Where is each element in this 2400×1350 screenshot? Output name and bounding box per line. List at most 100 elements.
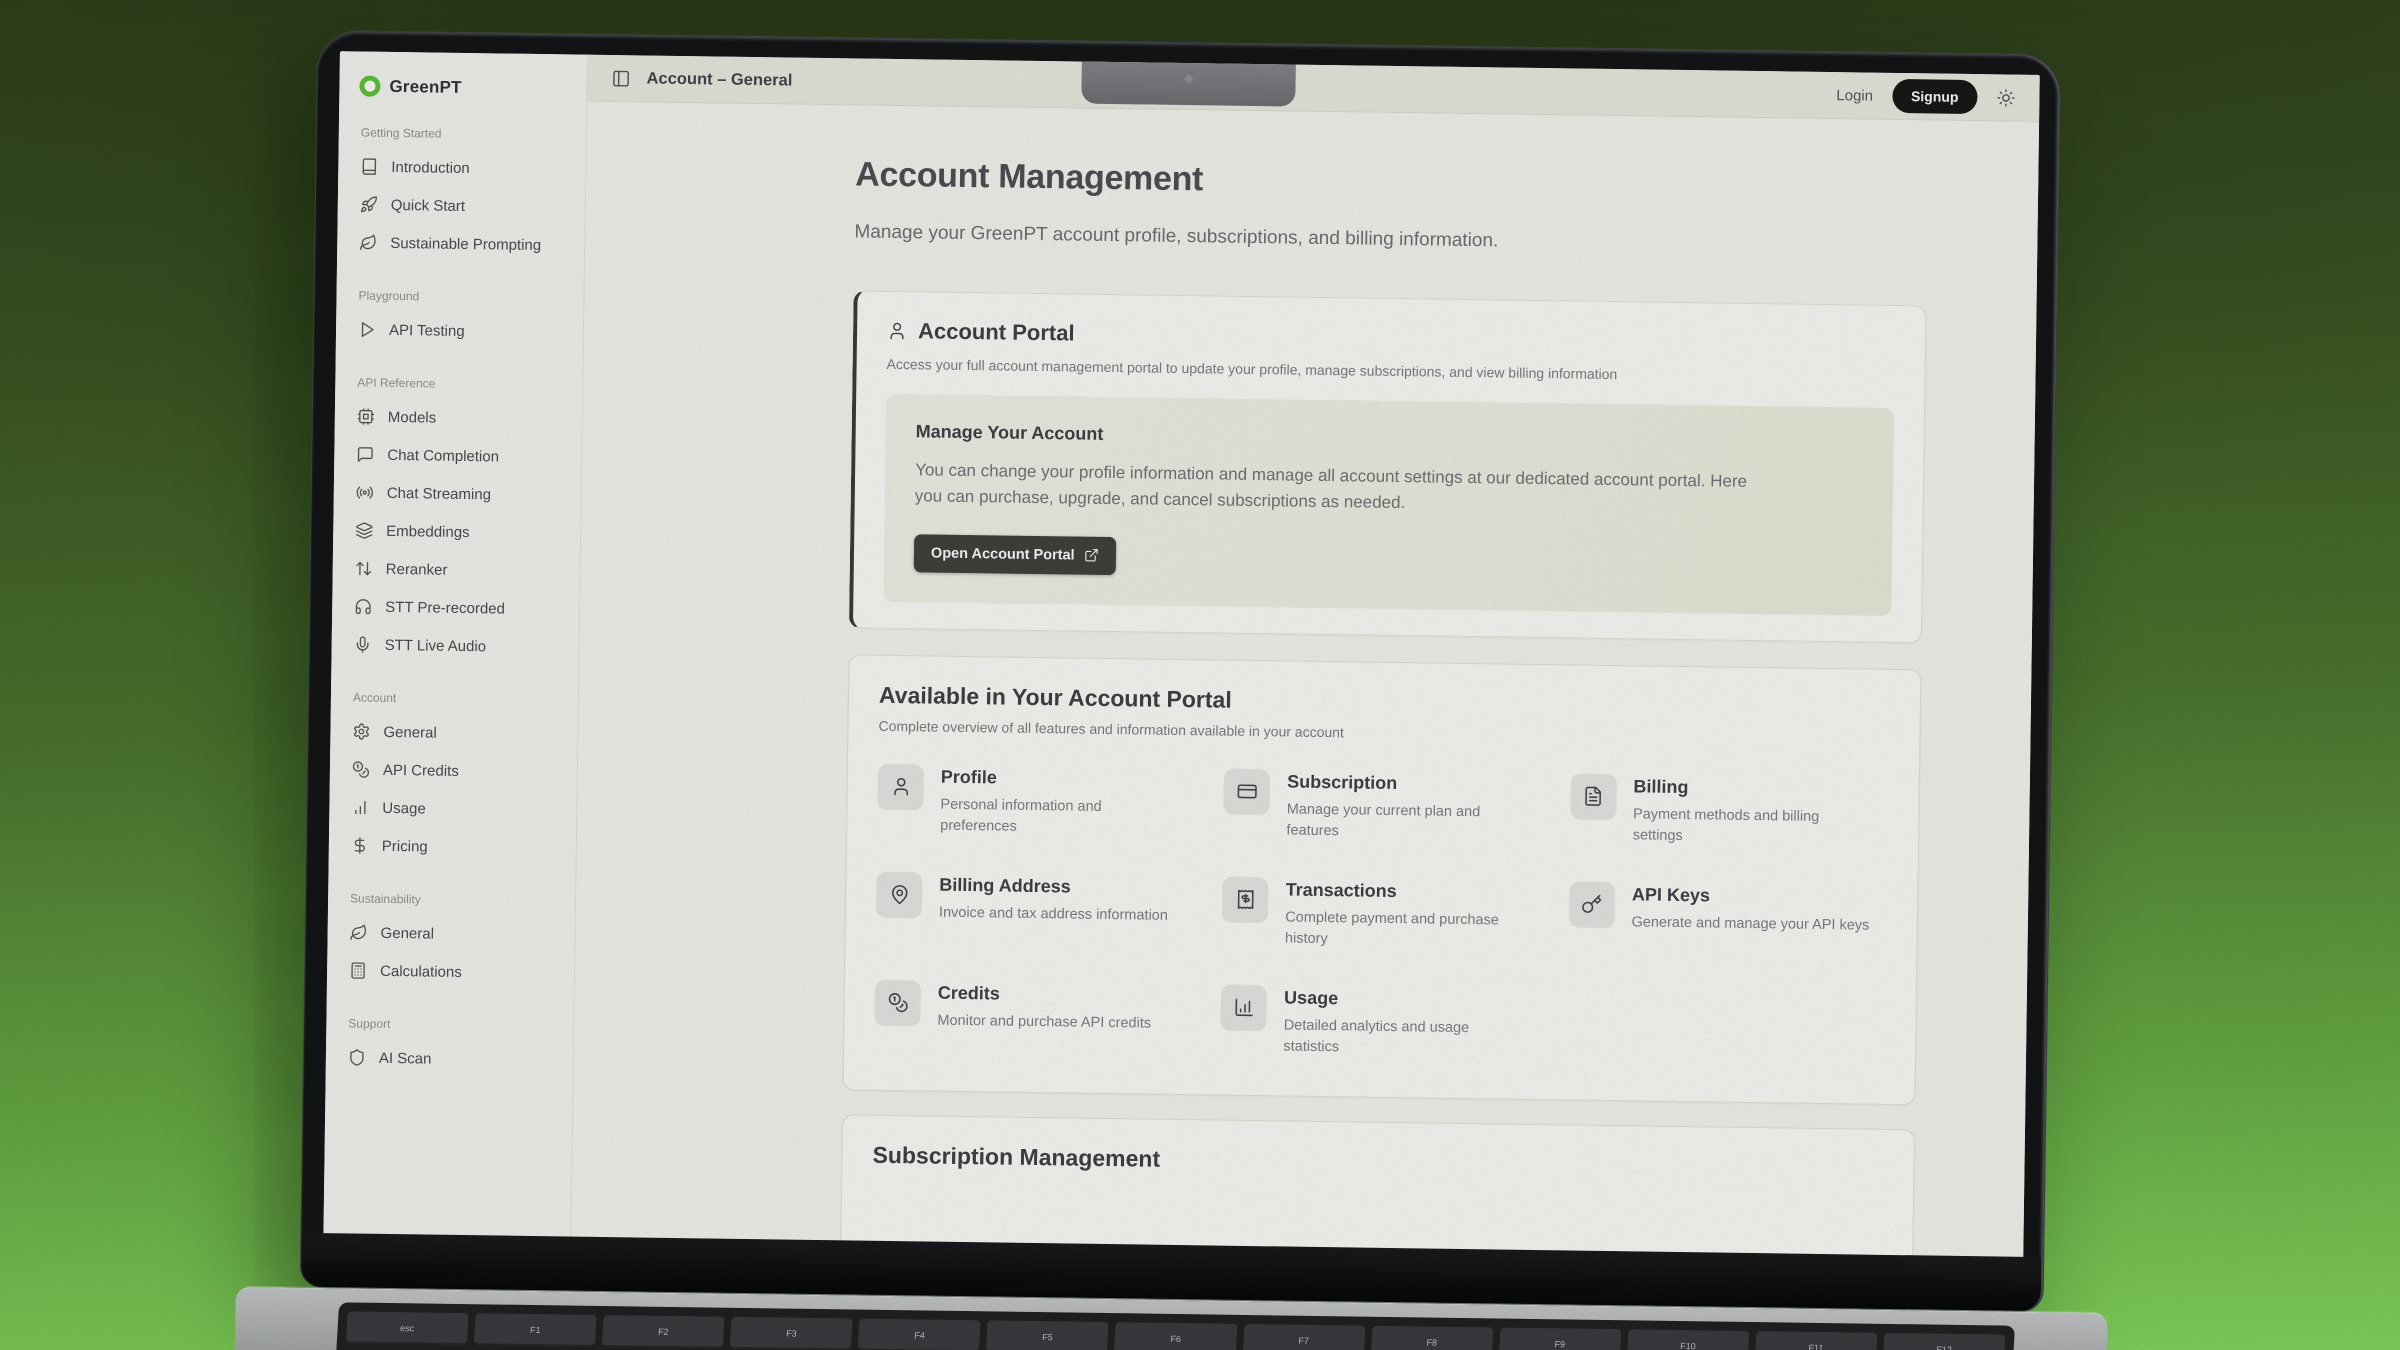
logo[interactable]: GreenPT (353, 71, 572, 101)
camera-notch (1081, 62, 1296, 107)
sidebar-item-label: Quick Start (391, 196, 465, 214)
credit-card-icon (1224, 768, 1271, 815)
manage-account-panel: Manage Your Account You can change your … (883, 394, 1894, 616)
sidebar-item-api-reference-models[interactable]: Models (349, 397, 569, 438)
sidebar-item-api-reference-reranker[interactable]: Reranker (346, 549, 566, 590)
portal-card-title: Account Portal (918, 318, 1075, 346)
sidebar-section-label: Support (340, 1016, 559, 1033)
sidebar-item-sustainability-calculations[interactable]: Calculations (341, 951, 561, 992)
sidebar-item-getting-started-sustainable-prompting[interactable]: Sustainable Prompting (351, 223, 571, 264)
browser-viewport: GreenPT Getting Started Introduction Quick… (323, 51, 2039, 1260)
feature-body: BillingPayment methods and billing setti… (1633, 774, 1874, 849)
sidebar-section-label: Playground (350, 288, 569, 305)
feature-description: Personal information and preferences (940, 794, 1181, 839)
signup-button[interactable]: Signup (1892, 79, 1978, 114)
sun-icon[interactable] (1996, 88, 2015, 107)
feature-credits[interactable]: CreditsMonitor and purchase API credits (874, 980, 1193, 1056)
features-card: Available in Your Account Portal Complet… (842, 654, 1921, 1105)
feature-title: Billing (1633, 776, 1873, 800)
feature-title: Subscription (1287, 771, 1527, 795)
features-grid: ProfilePersonal information and preferen… (874, 763, 1889, 1065)
bar-chart-icon (351, 798, 369, 816)
sidebar-item-api-reference-stt-pre-recorded[interactable]: STT Pre-recorded (346, 587, 566, 628)
sidebar-item-getting-started-quick-start[interactable]: Quick Start (352, 185, 572, 226)
sidebar-item-label: Chat Completion (387, 446, 499, 465)
features-card-title: Available in Your Account Portal (879, 681, 1890, 722)
manage-account-title: Manage Your Account (916, 421, 1864, 455)
sidebar-item-playground-api-testing[interactable]: API Testing (350, 310, 570, 351)
key-f12: F12 (1883, 1333, 2006, 1350)
portal-card-header: Account Portal (887, 318, 1895, 358)
external-link-icon (1084, 548, 1099, 563)
feature-title: API Keys (1632, 884, 1870, 908)
sidebar-item-label: STT Live Audio (385, 636, 487, 654)
camera-dot (1183, 73, 1194, 84)
sidebar-item-label: Calculations (380, 962, 462, 980)
key-f2: F2 (602, 1315, 725, 1349)
sidebar-item-support-ai-scan[interactable]: AI Scan (340, 1038, 560, 1079)
key-f3: F3 (730, 1317, 853, 1350)
laptop-mockup: GreenPT Getting Started Introduction Quick… (295, 30, 2061, 1350)
user-icon (877, 763, 924, 810)
play-icon (358, 320, 376, 338)
sidebar-item-label: Sustainable Prompting (390, 234, 541, 253)
sidebar-item-label: STT Pre-recorded (385, 598, 505, 617)
feature-profile[interactable]: ProfilePersonal information and preferen… (877, 763, 1196, 839)
sidebar-item-api-reference-stt-live-audio[interactable]: STT Live Audio (345, 625, 565, 666)
sidebar-nav: Getting Started Introduction Quick Start Su… (340, 125, 572, 1079)
cpu-icon (357, 407, 375, 425)
topbar-left: Account – General (611, 69, 792, 91)
greenpt-logo-icon (359, 75, 380, 96)
key-f1: F1 (474, 1313, 597, 1347)
feature-billing[interactable]: BillingPayment methods and billing setti… (1570, 773, 1889, 849)
sidebar-item-label: AI Scan (379, 1049, 432, 1067)
feature-subscription[interactable]: SubscriptionManage your current plan and… (1223, 768, 1542, 844)
coins-icon (874, 980, 921, 1027)
sidebar-item-label: Introduction (391, 158, 470, 176)
feature-api-keys[interactable]: API KeysGenerate and manage your API key… (1568, 881, 1887, 957)
sidebar-item-label: Embeddings (386, 522, 470, 540)
coins-icon (352, 760, 370, 778)
page-subtitle: Manage your GreenPT account profile, sub… (854, 221, 1927, 258)
sidebar-item-label: Chat Streaming (387, 484, 491, 502)
rocket-icon (360, 196, 378, 214)
sidebar-item-sustainability-general[interactable]: General (341, 913, 561, 954)
feature-title: Credits (938, 982, 1152, 1006)
feature-billing-address[interactable]: Billing AddressInvoice and tax address i… (876, 871, 1195, 947)
key-f11: F11 (1755, 1331, 1878, 1350)
feature-title: Billing Address (939, 874, 1168, 898)
sidebar-item-getting-started-introduction[interactable]: Introduction (352, 147, 572, 188)
file-text-icon (1570, 773, 1617, 820)
calculator-icon (349, 961, 367, 979)
sidebar-section-sustainability: SustainabilityGeneralCalculations (341, 891, 561, 992)
sidebar-item-label: Models (388, 408, 437, 426)
sidebar-section-label: Getting Started (353, 125, 572, 142)
sidebar-item-account-general[interactable]: General (344, 712, 564, 753)
subscription-management-card: Subscription Management (839, 1114, 1915, 1260)
main-area: Account – General Login Signup Account M… (571, 55, 2039, 1260)
sidebar-item-api-reference-chat-completion[interactable]: Chat Completion (348, 435, 568, 476)
feature-title: Transactions (1286, 879, 1526, 903)
panel-left-icon[interactable] (611, 69, 630, 88)
sidebar-item-label: General (383, 723, 437, 741)
open-account-portal-label: Open Account Portal (931, 545, 1075, 563)
open-account-portal-button[interactable]: Open Account Portal (914, 534, 1116, 575)
key-f8: F8 (1370, 1326, 1493, 1350)
sidebar-item-api-reference-chat-streaming[interactable]: Chat Streaming (348, 473, 568, 514)
feature-usage[interactable]: UsageDetailed analytics and usage statis… (1220, 984, 1539, 1060)
sidebar-section-support: Support AI Scan (340, 1016, 560, 1079)
keyboard-row: escF1F2F3F4F5F6F7F8F9F10F11F12 (346, 1311, 2006, 1350)
sidebar-item-account-api-credits[interactable]: API Credits (344, 750, 564, 791)
logo-text: GreenPT (389, 76, 462, 97)
sidebar-item-api-reference-embeddings[interactable]: Embeddings (347, 511, 567, 552)
sidebar-item-account-usage[interactable]: Usage (343, 788, 563, 829)
sidebar-item-account-pricing[interactable]: Pricing (343, 826, 563, 867)
page-title: Account Management (855, 155, 1928, 209)
feature-transactions[interactable]: TransactionsComplete payment and purchas… (1222, 876, 1541, 952)
sidebar-section-account: AccountGeneralAPI CreditsUsagePricing (343, 690, 564, 867)
key-f7: F7 (1242, 1324, 1365, 1350)
broadcast-icon (356, 483, 374, 501)
sidebar-item-label: General (381, 924, 435, 942)
login-link[interactable]: Login (1836, 87, 1873, 105)
chart-column-icon (1221, 984, 1268, 1031)
